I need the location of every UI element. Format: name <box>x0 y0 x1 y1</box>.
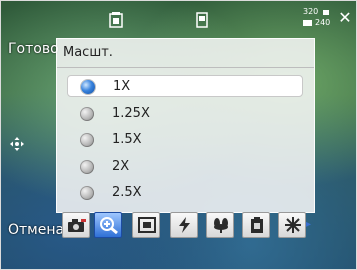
camera-viewfinder: 320 240 ✕ Готово Отмена Масшт. 1X 1.25X <box>0 0 357 270</box>
radio-icon <box>80 133 94 147</box>
zoom-option-1-5x[interactable]: 1.5X <box>67 129 303 151</box>
camera-mode-icon[interactable] <box>62 212 90 238</box>
zoom-option-label: 1.5X <box>112 132 142 147</box>
resolution-top: 320 <box>303 7 319 16</box>
device-memory-icon <box>194 10 210 30</box>
zoom-option-label: 2.5X <box>112 185 142 200</box>
move-icon <box>10 136 24 151</box>
zoom-icon[interactable] <box>94 212 122 238</box>
storage-icon <box>108 10 124 30</box>
done-softkey[interactable]: Готово <box>8 41 59 57</box>
close-icon[interactable]: ✕ <box>337 10 353 26</box>
memory-icon[interactable] <box>242 212 270 238</box>
toolbar-next-arrow-icon[interactable]: ▸ <box>306 219 311 230</box>
zoom-menu-title: Масшт. <box>63 45 113 60</box>
effects-icon[interactable] <box>278 212 306 238</box>
zoom-option-label: 2X <box>112 159 130 174</box>
zoom-option-label: 1.25X <box>112 106 150 121</box>
cancel-softkey[interactable]: Отмена <box>8 222 64 238</box>
zoom-option-2x[interactable]: 2X <box>67 156 303 178</box>
zoom-option-2-5x[interactable]: 2.5X <box>67 182 303 204</box>
zoom-option-1x[interactable]: 1X <box>67 75 303 97</box>
radio-icon <box>80 186 94 200</box>
frame-icon[interactable] <box>132 212 160 238</box>
flash-icon[interactable] <box>170 212 198 238</box>
radio-selected-icon <box>81 80 95 94</box>
camera-toolbar <box>58 212 308 238</box>
resolution-bottom: 240 <box>315 18 331 27</box>
zoom-option-label: 1X <box>113 79 131 94</box>
resolution-indicator: 320 240 <box>303 7 333 29</box>
zoom-menu: Масшт. 1X 1.25X 1.5X 2X 2.5X <box>56 38 315 213</box>
radio-icon <box>80 107 94 121</box>
macro-icon[interactable] <box>206 212 234 238</box>
radio-icon <box>80 160 94 174</box>
zoom-option-1-25x[interactable]: 1.25X <box>67 103 303 125</box>
title-divider <box>57 67 314 68</box>
